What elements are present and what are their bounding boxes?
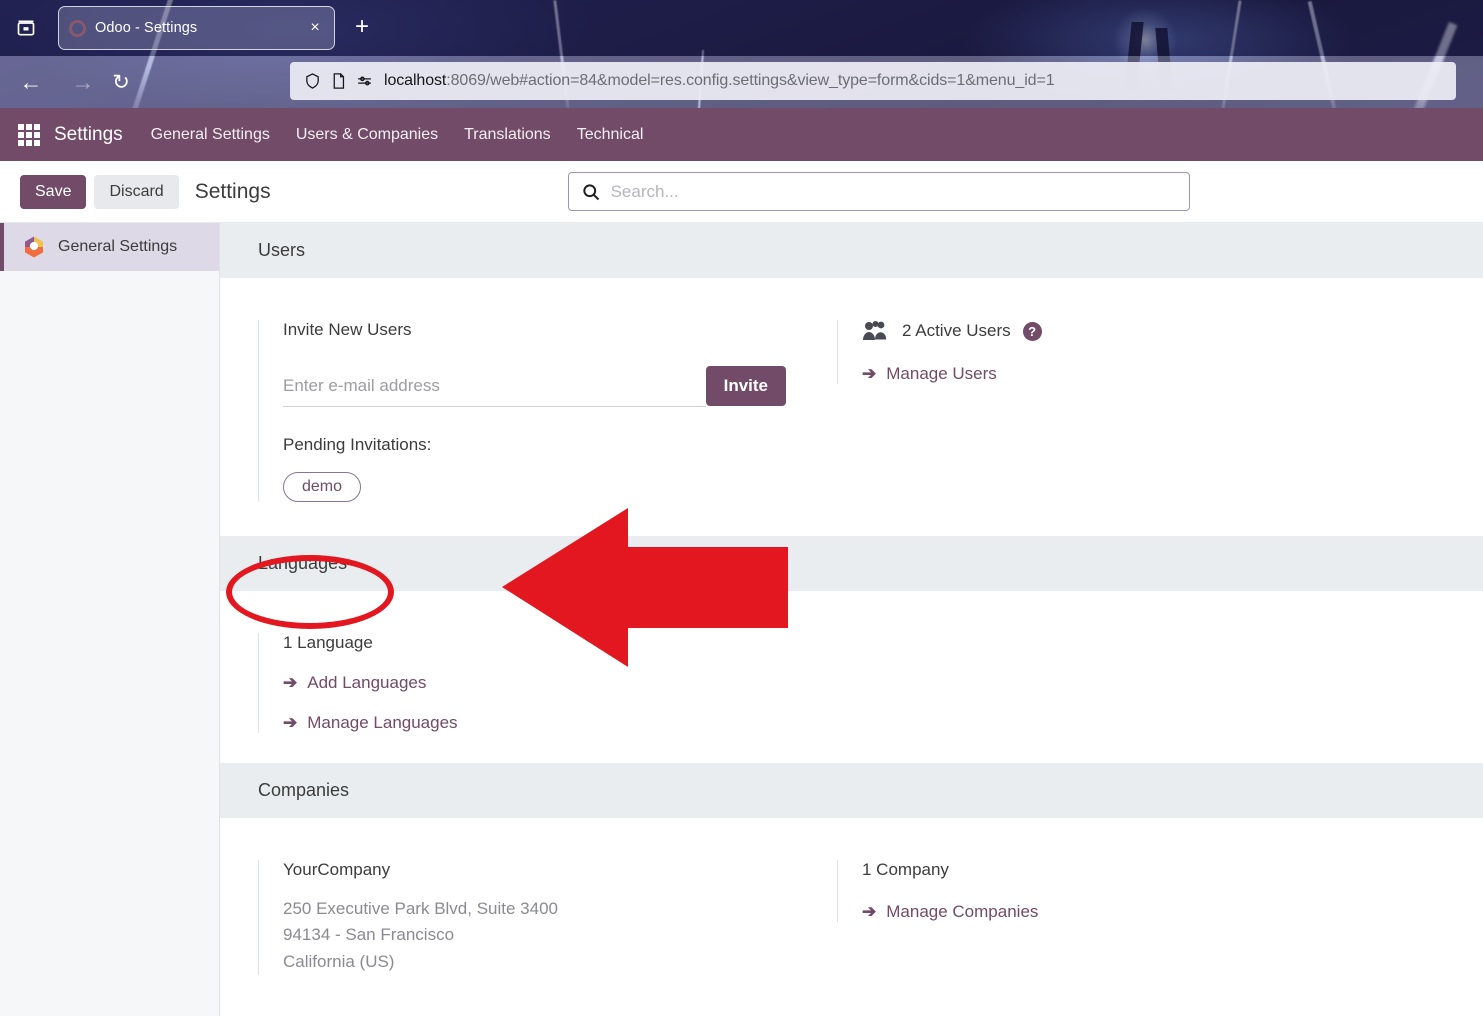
- manage-users-label: Manage Users: [886, 364, 997, 383]
- page-title: Settings: [194, 179, 271, 203]
- help-icon[interactable]: ?: [1022, 321, 1042, 341]
- section-body-companies: YourCompany 250 Executive Park Blvd, Sui…: [220, 818, 1483, 976]
- invite-button[interactable]: Invite: [705, 366, 786, 406]
- companies-right-column: 1 Company ➔ Manage Companies: [815, 860, 1245, 975]
- section-body-languages: 1 Language ➔ Add Languages ➔ Manage Lang…: [220, 591, 1483, 733]
- search-box[interactable]: [567, 172, 1190, 211]
- section-body-users: Invite New Users Invite Pending Invitati…: [220, 278, 1483, 502]
- browser-tab-strip: Odoo - Settings × +: [0, 0, 1483, 56]
- forward-icon[interactable]: →: [70, 69, 96, 95]
- section-header-companies: Companies: [220, 763, 1483, 818]
- active-users-count: 2 Active Users: [902, 321, 1011, 340]
- users-group-icon: [862, 320, 890, 342]
- languages-right-column: [815, 633, 1245, 733]
- add-languages-label: Add Languages: [307, 673, 427, 692]
- settings-body: General Settings Users Invite New Users …: [0, 223, 1483, 1016]
- manage-companies-label: Manage Companies: [886, 902, 1039, 921]
- settings-content: Users Invite New Users Invite Pending In…: [220, 223, 1483, 1016]
- invite-row: Invite: [283, 366, 786, 407]
- users-right-column: 2 Active Users ? ➔ Manage Users: [815, 320, 1245, 502]
- menu-item-translations[interactable]: Translations: [464, 126, 551, 144]
- address-bar[interactable]: localhost:8069/web#action=84&model=res.c…: [290, 62, 1456, 100]
- invite-new-users-block: Invite New Users Invite Pending Invitati…: [258, 320, 815, 502]
- arrow-right-icon: ➔: [862, 902, 877, 921]
- manage-companies-link[interactable]: ➔ Manage Companies: [862, 902, 1245, 922]
- arrow-right-icon: ➔: [283, 673, 298, 692]
- close-icon[interactable]: ×: [304, 17, 326, 39]
- section-header-users: Users: [220, 223, 1483, 278]
- pending-invitation-pill[interactable]: demo: [283, 472, 362, 502]
- page-icon[interactable]: [326, 70, 350, 92]
- manage-users-link[interactable]: ➔ Manage Users: [862, 364, 1245, 384]
- sidebar-item-general-settings[interactable]: General Settings: [0, 223, 219, 271]
- add-languages-link[interactable]: ➔ Add Languages: [283, 673, 815, 693]
- company-address-line-3: California (US): [283, 951, 395, 971]
- arrow-right-icon: ➔: [283, 713, 298, 732]
- active-users-row: 2 Active Users ?: [862, 320, 1245, 342]
- companies-left-column: YourCompany 250 Executive Park Blvd, Sui…: [220, 860, 815, 976]
- browser-tab[interactable]: Odoo - Settings ×: [58, 6, 335, 50]
- discard-button[interactable]: Discard: [94, 174, 179, 209]
- tracking-protection-icon[interactable]: [352, 70, 376, 92]
- list-all-tabs-icon[interactable]: [12, 14, 40, 42]
- company-count-block: 1 Company ➔ Manage Companies: [837, 860, 1245, 922]
- new-tab-button[interactable]: +: [348, 14, 376, 42]
- shield-icon[interactable]: [300, 70, 324, 92]
- odoo-navbar: Settings General Settings Users & Compan…: [0, 108, 1483, 161]
- language-count: 1 Language: [283, 633, 373, 652]
- search-input[interactable]: [610, 181, 1177, 202]
- company-info-block: YourCompany 250 Executive Park Blvd, Sui…: [258, 860, 815, 976]
- menu-item-technical[interactable]: Technical: [577, 126, 644, 144]
- app-brand-title[interactable]: Settings: [54, 124, 123, 146]
- invite-email-input[interactable]: [283, 370, 706, 407]
- users-left-column: Invite New Users Invite Pending Invitati…: [220, 320, 815, 502]
- reload-icon[interactable]: ↻: [108, 69, 134, 95]
- active-users-block: 2 Active Users ? ➔ Manage Users: [837, 320, 1245, 384]
- manage-languages-label: Manage Languages: [307, 713, 458, 732]
- company-address-line-2: 94134 - San Francisco: [283, 925, 455, 945]
- languages-left-column: 1 Language ➔ Add Languages ➔ Manage Lang…: [220, 633, 815, 733]
- tab-title: Odoo - Settings: [95, 20, 198, 36]
- settings-sidebar: General Settings: [0, 223, 220, 1016]
- odoo-app: Settings General Settings Users & Compan…: [0, 108, 1483, 1016]
- manage-languages-link[interactable]: ➔ Manage Languages: [283, 713, 815, 733]
- arrow-right-icon: ➔: [862, 364, 877, 383]
- section-header-languages: Languages: [220, 536, 1483, 591]
- menu-item-users-companies[interactable]: Users & Companies: [296, 126, 438, 144]
- company-count: 1 Company: [862, 860, 949, 879]
- save-button[interactable]: Save: [20, 174, 87, 209]
- apps-grid-icon[interactable]: [18, 123, 40, 146]
- control-panel: Save Discard Settings: [0, 161, 1483, 223]
- odoo-menu: General Settings Users & Companies Trans…: [151, 126, 644, 144]
- company-name[interactable]: YourCompany: [283, 860, 815, 880]
- pending-invitations-label: Pending Invitations:: [283, 435, 432, 454]
- company-address-line-1: 250 Executive Park Blvd, Suite 3400: [283, 899, 558, 918]
- odoo-settings-app-icon: [22, 235, 46, 259]
- odoo-favicon: [69, 19, 86, 37]
- url-host: localhost: [384, 72, 447, 89]
- url-path: :8069/web#action=84&model=res.config.set…: [446, 72, 1055, 89]
- languages-block: 1 Language ➔ Add Languages ➔ Manage Lang…: [258, 633, 815, 733]
- menu-item-general-settings[interactable]: General Settings: [151, 126, 270, 144]
- sidebar-item-label: General Settings: [58, 238, 178, 255]
- search-icon: [581, 182, 601, 202]
- invite-new-users-title: Invite New Users: [283, 320, 412, 339]
- url-text: localhost:8069/web#action=84&model=res.c…: [384, 72, 1055, 90]
- back-icon[interactable]: ←: [18, 69, 44, 95]
